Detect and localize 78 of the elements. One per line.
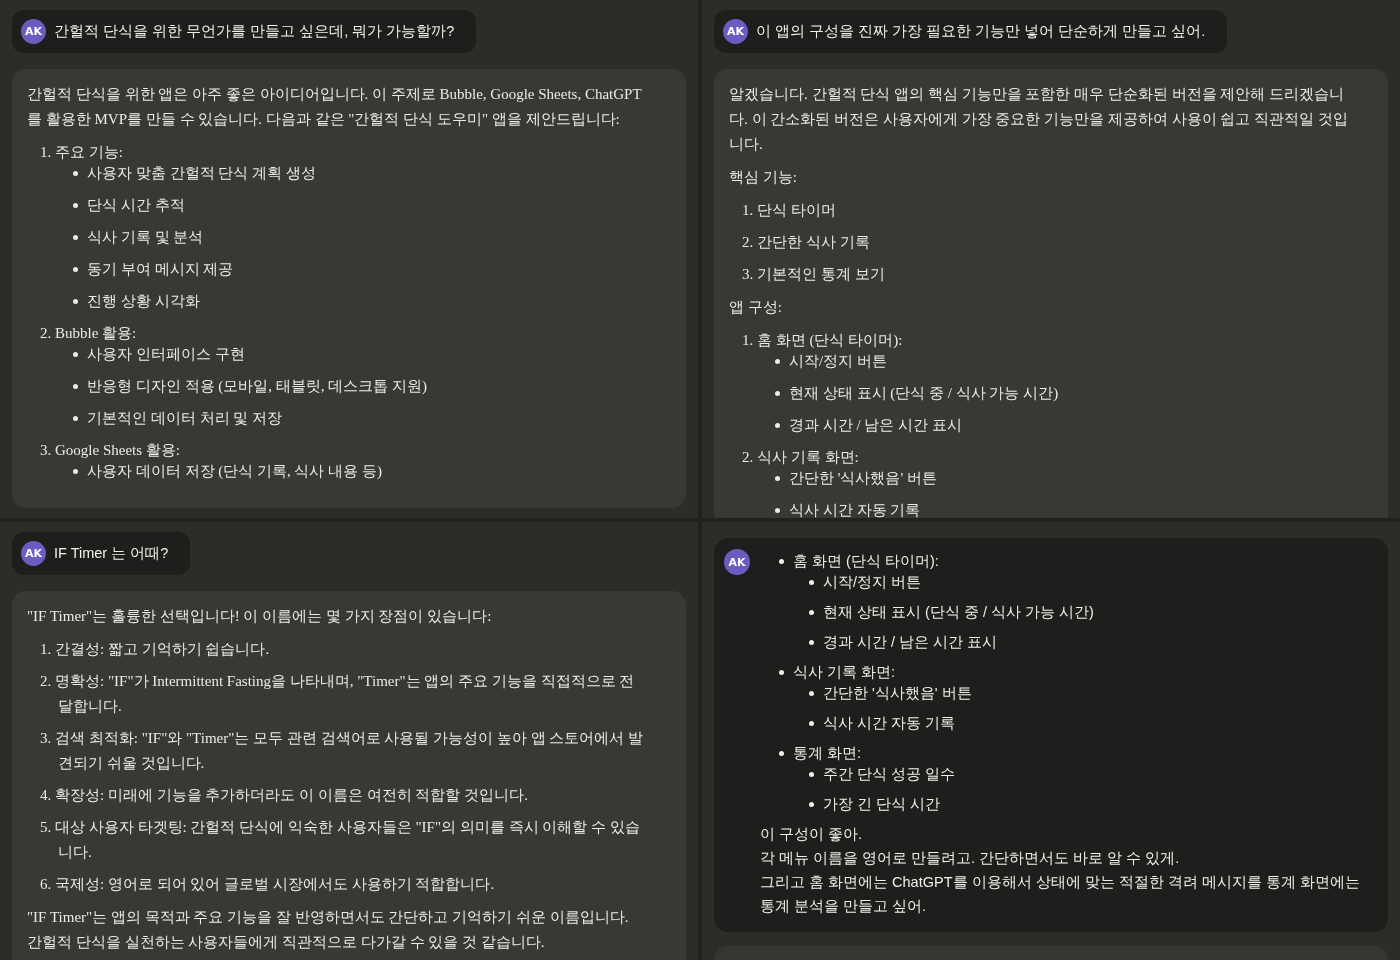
list-item-text: 현재 상태 표시 (단식 중 / 식사 가능 시간): [789, 384, 1059, 403]
list-item-text: 1. 홈 화면 (단식 타이머):: [742, 331, 904, 350]
bullet-icon: [73, 384, 78, 389]
list-item-text: 4. 확장성: 미래에 기능을 추가하더라도 이 이름은 여전히 적합할 것입니다.: [40, 786, 529, 805]
paragraph: "IF Timer"는 앱의 목적과 주요 기능을 잘 반영하면서도 간단하고 기억하기 쉬운 이름입니다. 간헐적 단식을 실천하는 사용자들에게 직관적으로 다가갈 수 있을 것 같습니다.: [27, 908, 630, 952]
paragraph: 간헐적 단식을 위한 앱은 아주 좋은 아이디어입니다. 이 주제로 Bubble, Google Sheets, ChatGPT를 활용한 MVP를 만들 수 있습니다. 다음과 같은 "간헐적 단식 도우미" 앱을 제안드립니다:: [27, 85, 643, 129]
bullet-icon: [73, 352, 78, 357]
list-item-text: 사용자 데이터 저장 (단식 기록, 식사 내용 등): [87, 462, 382, 481]
list-item-text: 단식 시간 추적: [87, 196, 185, 215]
list-item-text: 2. Bubble 활용:: [40, 324, 138, 343]
bullet-icon: [809, 639, 814, 645]
bullet-icon: [73, 299, 78, 304]
message-line: 그리고 홈 화면에는 ChatGPT를 이용해서 상태에 맞는 적절한 격려 메시지를 통계 화면에는 통계 분석을 만들고 싶어.: [760, 873, 1361, 916]
list-item-text: 식사 시간 자동 기록: [789, 501, 921, 518]
bullet-icon: [775, 476, 780, 481]
list-item-text: 1. 단식 타이머: [742, 201, 837, 220]
bullet-icon: [809, 720, 814, 726]
bullet-icon: [73, 171, 78, 176]
list-item-text: 통계 화면:: [793, 744, 862, 763]
bullet-icon: [809, 801, 814, 807]
message-text: 이 앱의 구성을 진짜 가장 필요한 기능만 넣어 단순하게 만들고 싶어.: [756, 22, 1206, 41]
list-item-text: 2. 간단한 식사 기록: [742, 233, 871, 252]
message-text: 간헐적 단식을 위한 무언가를 만들고 싶은데, 뭐가 가능할까?: [54, 22, 455, 41]
list-item-text: 진행 상황 시각화: [87, 292, 200, 311]
list-item-text: 3. 기본적인 통계 보기: [742, 265, 886, 284]
paragraph: 앱 구성:: [729, 298, 783, 317]
list-item-text: 기본적인 데이터 처리 및 저장: [87, 409, 282, 428]
bullet-icon: [779, 669, 784, 675]
list-item-text: 간단한 '식사했음' 버튼: [823, 684, 972, 703]
list-item-text: 간단한 '식사했음' 버튼: [789, 469, 937, 488]
list-item-text: 6. 국제성: 영어로 되어 있어 글로벌 시장에서도 사용하기 적합합니다.: [40, 875, 496, 894]
list-item-text: 가장 긴 단식 시간: [823, 795, 941, 814]
bullet-icon: [775, 423, 780, 428]
paragraph: 핵심 기능:: [729, 168, 798, 187]
bullet-icon: [73, 235, 78, 240]
bullet-icon: [775, 391, 780, 396]
bullet-icon: [73, 267, 78, 272]
list-item-text: 3. 검색 최적화: "IF"와 "Timer"는 모두 관련 검색어로 사용될 가능성이 높아 앱 스토어에서 발견되기 쉬울 것입니다.: [40, 729, 645, 773]
bullet-icon: [73, 416, 78, 421]
bullet-icon: [809, 579, 814, 585]
list-item-text: 현재 상태 표시 (단식 중 / 식사 가능 시간): [823, 603, 1094, 622]
list-item-text: 시작/정지 버튼: [823, 573, 922, 592]
message-line: 이 구성이 좋아.: [760, 825, 864, 844]
bullet-icon: [809, 771, 814, 777]
list-item-text: 경과 시간 / 남은 시간 표시: [823, 633, 998, 652]
list-item-text: 3. Google Sheets 활용:: [40, 441, 181, 460]
list-item-text: 반응형 디자인 적용 (모바일, 태블릿, 데스크톱 지원): [87, 377, 427, 396]
avatar-icon: AK: [21, 19, 46, 44]
bullet-icon: [73, 203, 78, 208]
list-item-text: 식사 기록 화면:: [793, 663, 896, 682]
list-item-text: 홈 화면 (단식 타이머):: [793, 552, 939, 571]
paragraph: "IF Timer"는 훌륭한 선택입니다! 이 이름에는 몇 가지 장점이 있습니다:: [27, 607, 493, 626]
bullet-icon: [73, 469, 78, 474]
list-item-text: 사용자 맞춤 간헐적 단식 계획 생성: [87, 164, 316, 183]
bullet-icon: [809, 609, 814, 615]
list-item-text: 1. 간결성: 짧고 기억하기 쉽습니다.: [40, 640, 271, 659]
message-text: IF Timer 는 어때?: [54, 544, 169, 563]
avatar-icon: AK: [724, 549, 750, 575]
bullet-icon: [809, 690, 814, 696]
list-item-text: 사용자 인터페이스 구현: [87, 345, 245, 364]
list-item-text: 2. 명확성: "IF"가 Intermittent Fasting을 나타내며, "Timer"는 앱의 주요 기능을 직접적으로 전달합니다.: [40, 672, 636, 716]
bullet-icon: [779, 558, 784, 564]
avatar-icon: AK: [21, 541, 46, 566]
bullet-icon: [775, 359, 780, 364]
list-item-text: 5. 대상 사용자 타겟팅: 간헐적 단식에 익숙한 사용자들은 "IF"의 의미를 즉시 이해할 수 있습니다.: [40, 818, 641, 862]
list-item-text: 2. 식사 기록 화면:: [742, 448, 860, 467]
avatar-icon: AK: [723, 19, 748, 44]
message-line: 각 메뉴 이름을 영어로 만들려고. 간단하면서도 바로 알 수 있게.: [760, 849, 1181, 868]
list-item-text: 식사 시간 자동 기록: [823, 714, 956, 733]
list-item-text: 동기 부여 메시지 제공: [87, 260, 234, 279]
list-item-text: 식사 기록 및 분석: [87, 228, 204, 247]
bullet-icon: [775, 508, 780, 513]
list-item-text: 주간 단식 성공 일수: [823, 765, 956, 784]
list-item-text: 1. 주요 기능:: [40, 143, 124, 162]
list-item-text: 시작/정지 버튼: [789, 352, 887, 371]
paragraph: 알겠습니다. 간헐적 단식 앱의 핵심 기능만을 포함한 매우 단순화된 버전을 제안해 드리겠습니다. 이 간소화된 버전은 사용자에게 가장 중요한 기능만을 제공하여 사용이 쉽고 직관적일 것입니다.: [729, 85, 1348, 154]
bullet-icon: [779, 750, 784, 756]
list-item-text: 경과 시간 / 남은 시간 표시: [789, 416, 962, 435]
